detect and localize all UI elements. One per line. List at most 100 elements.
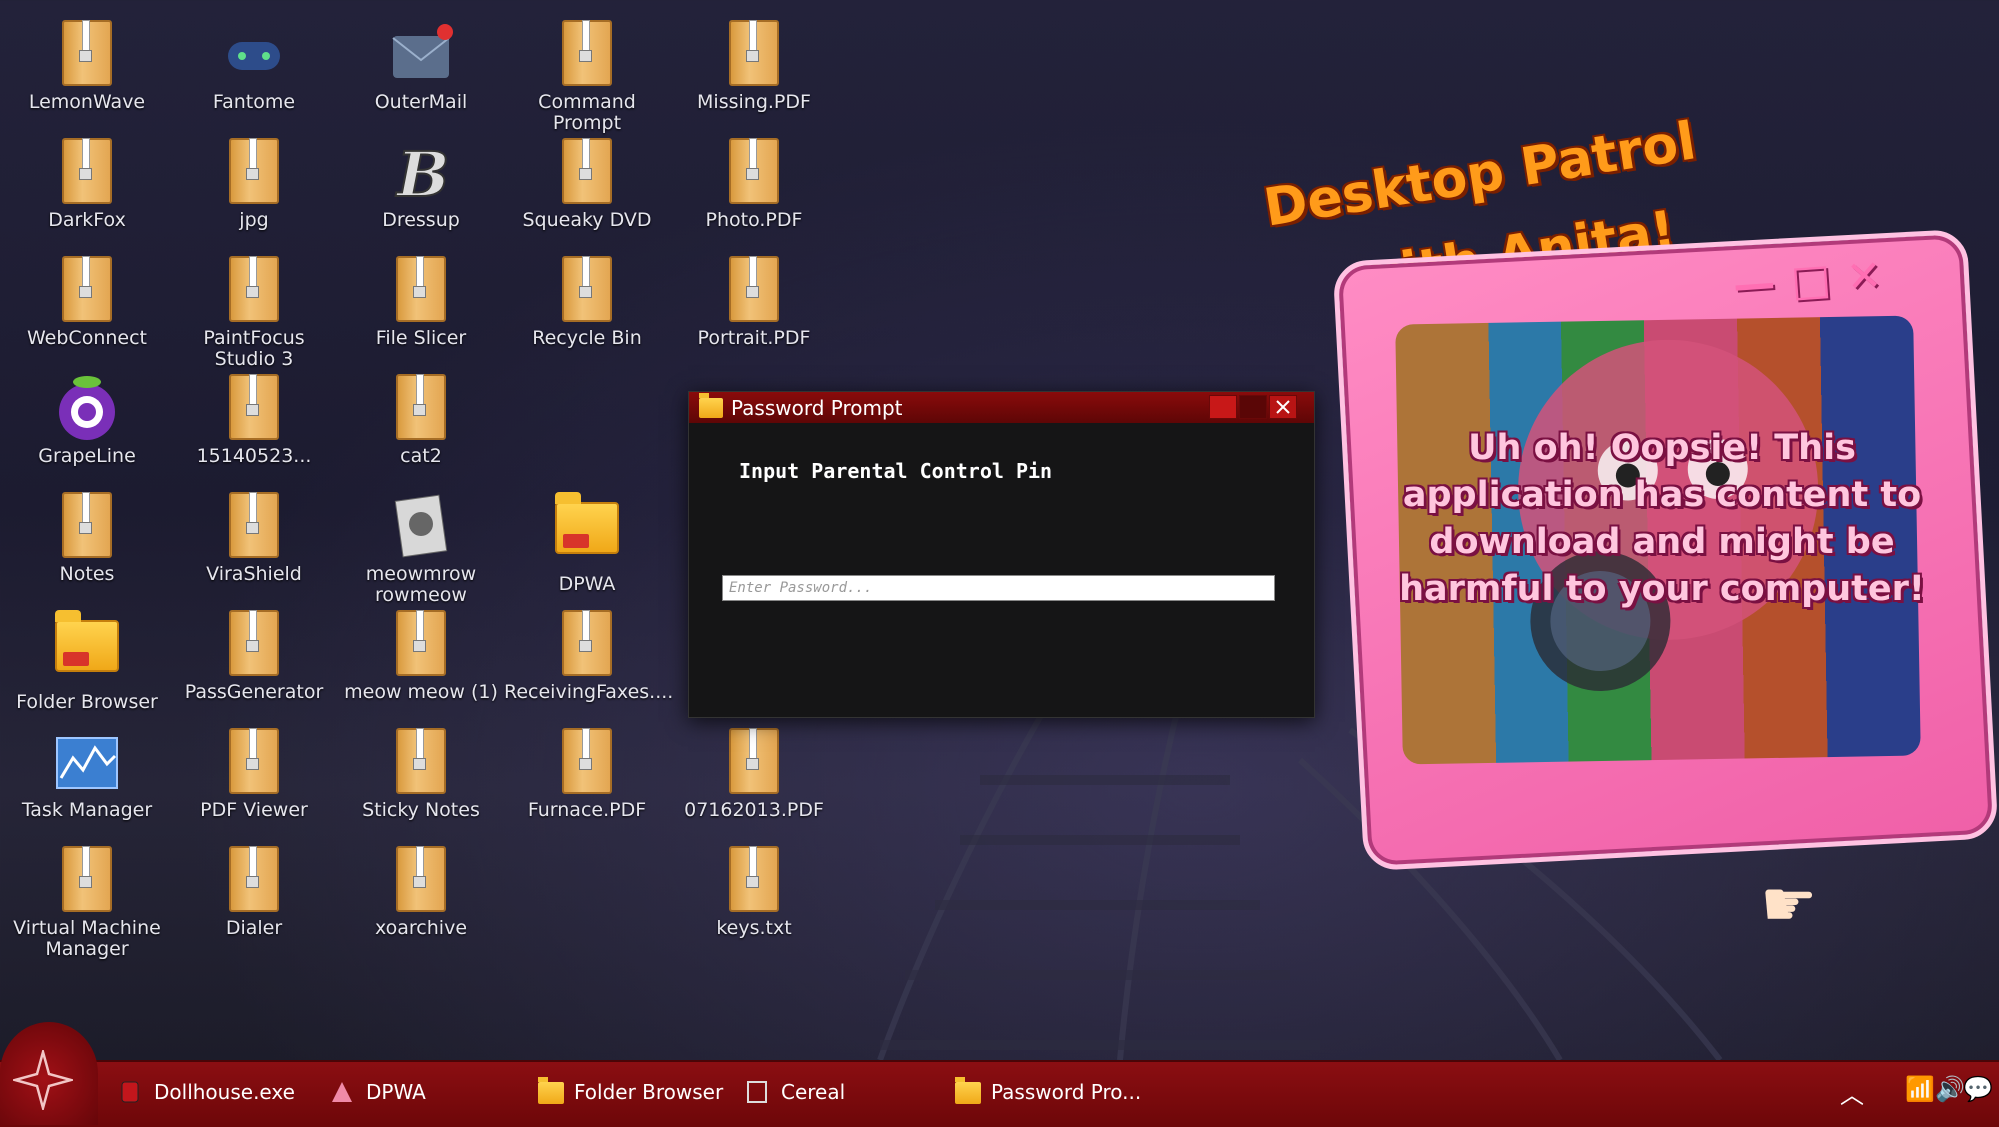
zip-archive-icon xyxy=(55,492,119,562)
desktop-icon[interactable]: WebConnect xyxy=(4,256,170,368)
zip-archive-icon xyxy=(222,846,286,916)
desktop-icon-label: Dialer xyxy=(225,917,283,939)
wifi-icon[interactable]: 📶 xyxy=(1905,1075,1935,1103)
desktop-icon[interactable]: Fantome xyxy=(171,20,337,132)
zip-archive-icon xyxy=(55,256,119,326)
desktop-icon-label: Missing.PDF xyxy=(697,91,811,113)
desktop-icon-label: 15140523... xyxy=(196,445,312,467)
desktop-icon-label: jpg xyxy=(239,209,269,231)
volume-icon[interactable]: 🔊 xyxy=(1935,1075,1965,1103)
desktop-icon-label: Squeaky DVD xyxy=(522,209,652,231)
desktop-icon-label: xoarchive xyxy=(374,917,468,939)
zip-archive-icon xyxy=(389,846,453,916)
zip-archive-icon xyxy=(55,20,119,90)
zip-archive-icon xyxy=(222,728,286,798)
close-button[interactable] xyxy=(1269,395,1297,419)
zip-archive-icon xyxy=(55,846,119,916)
taskbar-item[interactable]: Dollhouse.exe xyxy=(118,1062,295,1122)
mail-icon xyxy=(389,20,453,90)
cereal-icon xyxy=(745,1080,769,1104)
taskbar-item-label: DPWA xyxy=(366,1080,426,1104)
desktop-icon[interactable]: PDF Viewer xyxy=(171,728,337,840)
taskbar-item-label: Folder Browser xyxy=(574,1080,724,1104)
desktop-icon[interactable]: Squeaky DVD xyxy=(504,138,670,250)
grapeline-icon xyxy=(55,374,119,444)
maximize-button[interactable] xyxy=(1239,395,1267,419)
zip-archive-icon xyxy=(389,610,453,680)
notifications-icon[interactable]: 💬 xyxy=(1963,1075,1993,1103)
desktop-icon[interactable]: ReceivingFaxes.... xyxy=(504,610,673,722)
password-input[interactable] xyxy=(722,575,1275,601)
folder-icon xyxy=(555,492,619,572)
desktop-icon[interactable]: OuterMail xyxy=(338,20,504,132)
desktop-icon[interactable]: keys.txt xyxy=(671,846,837,958)
taskbar-item-label: Password Pro... xyxy=(991,1080,1142,1104)
desktop-icon[interactable]: 07162013.PDF xyxy=(671,728,837,840)
desktop-icon[interactable]: meow meow (1) xyxy=(338,610,504,722)
close-icon xyxy=(1276,400,1290,414)
task-manager-icon xyxy=(55,728,119,798)
desktop-icon-label: cat2 xyxy=(400,445,442,467)
desktop-icon[interactable]: Virtual Machine Manager xyxy=(4,846,170,960)
desktop-icon-label: Sticky Notes xyxy=(362,799,480,821)
desktop-icon[interactable]: Notes xyxy=(4,492,170,604)
desktop-icon-label: Folder Browser xyxy=(16,691,158,713)
taskbar-item[interactable]: Cereal xyxy=(745,1062,845,1122)
desktop-icon-label: meowmrow rowmeow xyxy=(365,563,477,606)
desktop-icon[interactable]: Portrait.PDF xyxy=(671,256,837,368)
dialog-heading: Input Parental Control Pin xyxy=(739,459,1053,483)
desktop-icon[interactable]: LemonWave xyxy=(4,20,170,132)
desktop-icon[interactable]: cat2 xyxy=(338,374,504,486)
taskbar-item-label: Dollhouse.exe xyxy=(154,1080,295,1104)
desktop-icon[interactable]: ViraShield xyxy=(171,492,337,604)
taskbar-item[interactable]: Folder Browser xyxy=(538,1062,723,1122)
desktop-icon[interactable]: Sticky Notes xyxy=(338,728,504,840)
folder-icon xyxy=(955,1077,981,1104)
anita-warning-message: Uh oh! Oopsie! This application has cont… xyxy=(1399,428,1925,609)
desktop-icon[interactable]: B Dressup xyxy=(338,137,504,250)
desktop-icon[interactable]: meowmrow rowmeow xyxy=(338,492,504,606)
minimize-button[interactable] xyxy=(1209,395,1237,419)
dpwa-icon xyxy=(330,1080,354,1104)
zip-archive-icon xyxy=(55,138,119,208)
desktop-icon[interactable]: xoarchive xyxy=(338,846,504,958)
taskbar-item[interactable]: Password Pro... xyxy=(955,1062,1141,1122)
zip-archive-icon xyxy=(555,20,619,90)
desktop-icon[interactable]: jpg xyxy=(171,138,337,250)
desktop-icon[interactable]: Task Manager xyxy=(4,728,170,840)
desktop-icon[interactable]: File Slicer xyxy=(338,256,504,368)
chevron-up-icon[interactable]: ︿ xyxy=(1840,1075,1864,1110)
pointing-hand-icon: ☛ xyxy=(1760,868,1818,942)
taskbar-item[interactable]: DPWA xyxy=(330,1062,426,1122)
desktop-icon[interactable]: Missing.PDF xyxy=(671,20,837,132)
zip-archive-icon xyxy=(555,610,619,680)
svg-text:B: B xyxy=(395,138,449,208)
zip-archive-icon xyxy=(722,846,786,916)
desktop-icon[interactable]: DarkFox xyxy=(4,138,170,250)
desktop-icon[interactable]: GrapeLine xyxy=(4,374,170,486)
desktop-icon[interactable]: Dialer xyxy=(171,846,337,958)
desktop-icon-label: Fantome xyxy=(212,91,296,113)
dialog-title: Password Prompt xyxy=(731,395,903,420)
desktop-icon-label: LemonWave xyxy=(28,91,146,113)
start-button[interactable] xyxy=(0,1022,98,1125)
desktop-icon[interactable]: 15140523... xyxy=(171,374,337,486)
desktop-icon-label: Task Manager xyxy=(21,799,153,821)
desktop-icon[interactable]: PaintFocus Studio 3 xyxy=(171,256,337,370)
zip-archive-icon xyxy=(222,610,286,680)
zip-archive-icon xyxy=(722,20,786,90)
gamepad-icon xyxy=(222,20,286,90)
dialog-title-bar[interactable]: Password Prompt xyxy=(689,392,1314,423)
desktop-icon[interactable]: Recycle Bin xyxy=(504,256,670,368)
photo-icon xyxy=(389,492,453,562)
maximize-icon: □ xyxy=(1789,252,1849,306)
desktop-icon[interactable]: Command Prompt xyxy=(504,20,670,134)
desktop-icon[interactable]: Furnace.PDF xyxy=(504,728,670,840)
desktop-icon[interactable]: PassGenerator xyxy=(171,610,337,722)
folder-icon xyxy=(55,610,119,690)
desktop-icon[interactable]: Folder Browser xyxy=(4,610,170,722)
desktop-icon-label: Photo.PDF xyxy=(705,209,803,231)
desktop-icon[interactable]: Photo.PDF xyxy=(671,138,837,250)
desktop-icon-label: ViraShield xyxy=(206,563,302,585)
desktop-icon[interactable]: DPWA xyxy=(504,492,670,604)
